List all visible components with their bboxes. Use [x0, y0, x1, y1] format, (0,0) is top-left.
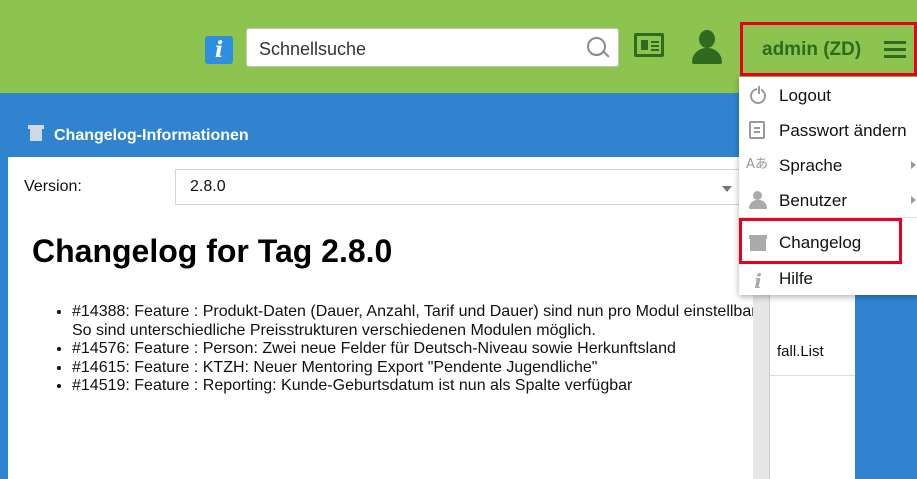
password-icon	[749, 121, 765, 139]
background-panel: fall.List	[769, 295, 855, 479]
changelog-heading: Changelog for Tag 2.8.0	[32, 233, 393, 269]
quick-search[interactable]	[246, 28, 619, 67]
menu-item-label: Hilfe	[779, 269, 814, 288]
changelog-panel: Changelog-Informationen Version: 2.8.0 C…	[8, 119, 761, 479]
user-icon	[749, 191, 767, 209]
user-menu-label: admin (ZD)	[762, 39, 862, 60]
divider	[770, 375, 855, 376]
contact-card-icon[interactable]	[634, 33, 664, 57]
version-value: 2.8.0	[190, 178, 226, 195]
list-item: #14519: Feature : Reporting: Kunde-Gebur…	[72, 377, 762, 396]
menu-item-language[interactable]: Aあ Sprache	[739, 148, 917, 182]
submenu-arrow-icon	[911, 196, 916, 204]
hamburger-menu-icon	[884, 41, 906, 44]
submenu-arrow-icon	[911, 161, 916, 169]
search-icon[interactable]	[587, 37, 606, 56]
chevron-down-icon	[722, 186, 732, 192]
list-item: #14388: Feature : Produkt-Daten (Dauer, …	[72, 303, 762, 340]
menu-item-logout[interactable]: Logout	[739, 78, 917, 112]
menu-item-change-password[interactable]: Passwort ändern	[739, 113, 917, 147]
menu-item-label: Logout	[779, 86, 831, 105]
user-dropdown-menu: Logout Passwort ändern Aあ Sprache Benutz…	[739, 77, 917, 295]
menu-item-label: Sprache	[779, 156, 843, 175]
panel-title: Changelog-Informationen	[54, 127, 249, 144]
changelog-highlight	[739, 218, 902, 264]
menu-item-label: Benutzer	[779, 191, 848, 210]
search-input[interactable]	[257, 36, 581, 62]
version-select[interactable]: 2.8.0	[175, 169, 747, 205]
changelog-notes: #14388: Feature : Produkt-Daten (Dauer, …	[52, 303, 762, 396]
list-item: #14576: Feature : Person: Zwei neue Feld…	[72, 340, 762, 359]
menu-item-help[interactable]: i Hilfe	[739, 261, 917, 295]
language-icon: Aあ	[746, 157, 768, 172]
panel-header: Changelog-Informationen	[8, 119, 753, 157]
background-panel-label: fall.List	[777, 343, 824, 360]
user-menu-button[interactable]: admin (ZD)	[740, 22, 917, 76]
menu-item-label: Passwort ändern	[779, 121, 907, 140]
gift-icon	[28, 125, 44, 141]
info-icon[interactable]: i	[205, 36, 233, 64]
list-item: #14615: Feature : KTZH: Neuer Mentoring …	[72, 359, 762, 378]
version-label: Version:	[24, 178, 82, 195]
menu-item-user[interactable]: Benutzer	[739, 183, 917, 217]
user-profile-icon[interactable]	[690, 30, 724, 64]
power-icon	[750, 86, 766, 104]
info-icon: i	[754, 269, 762, 293]
